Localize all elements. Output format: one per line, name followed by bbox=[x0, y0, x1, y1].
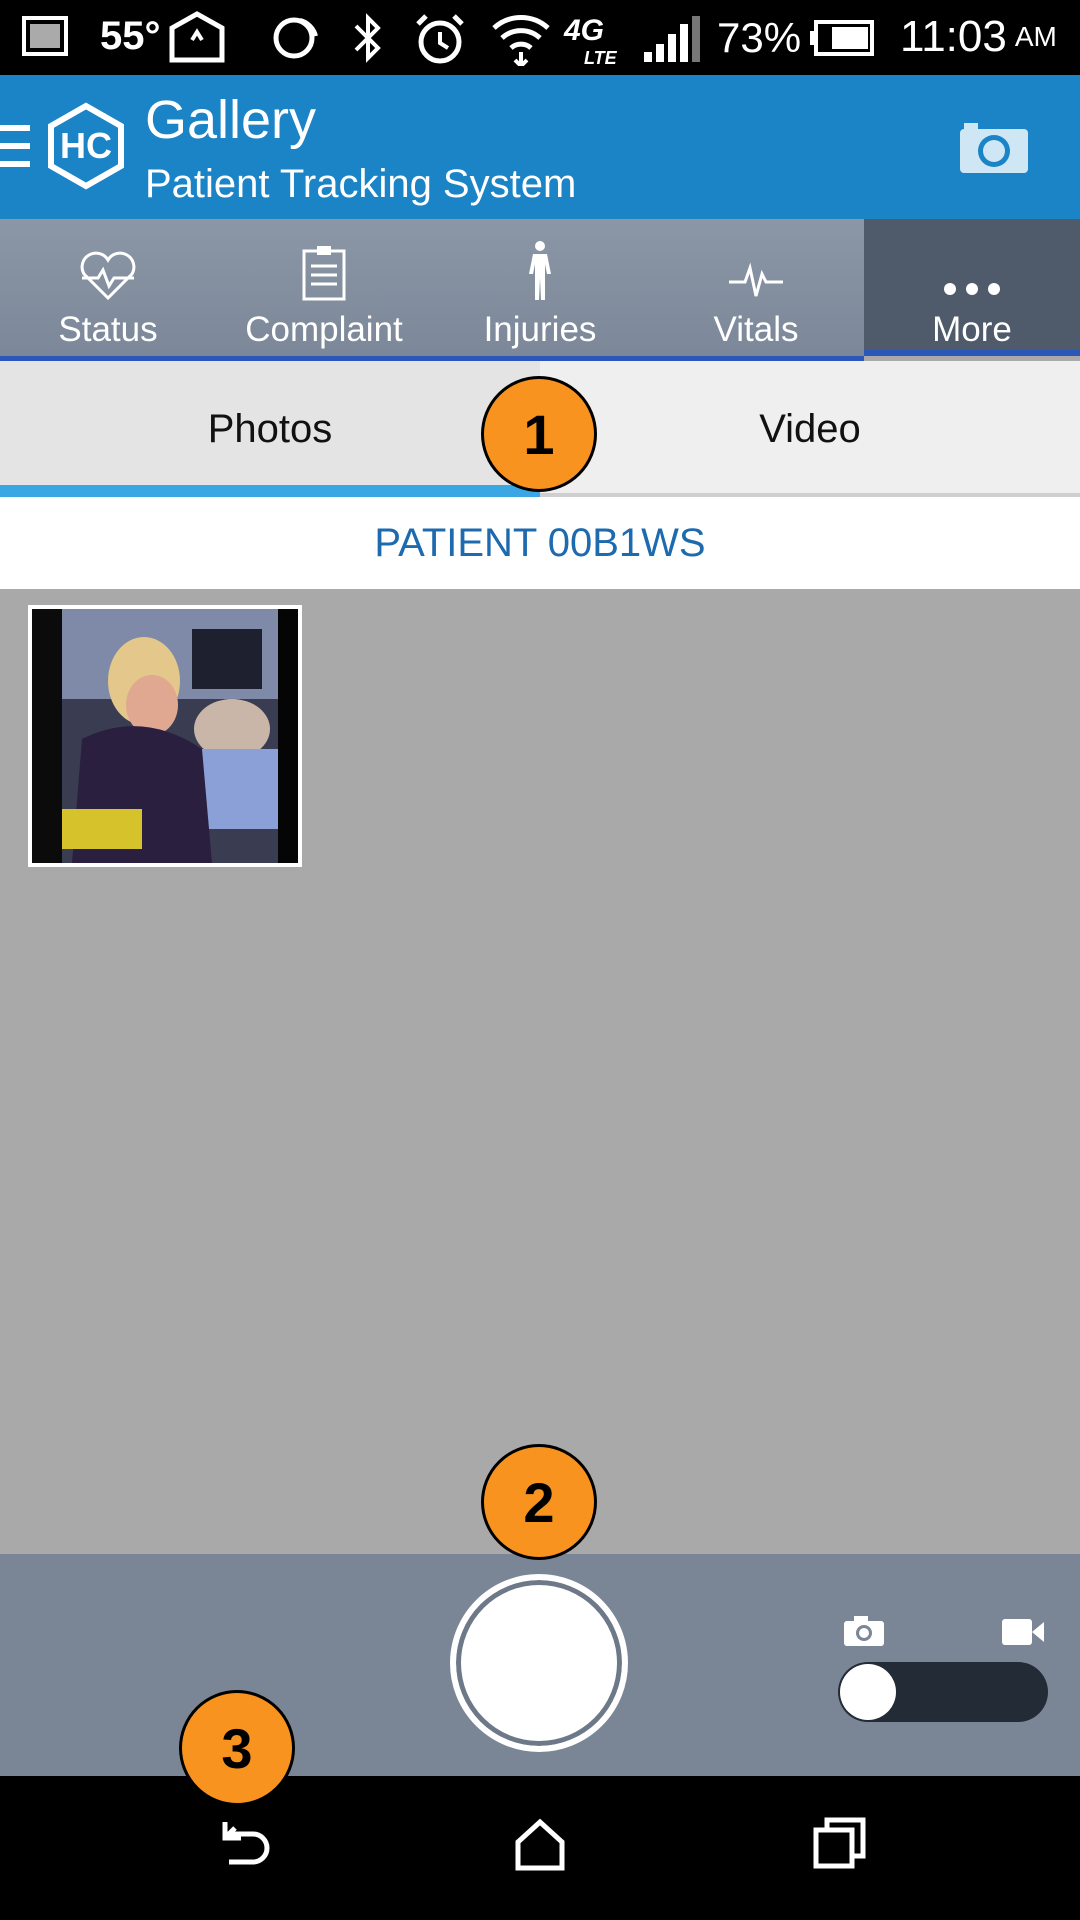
toggle-knob bbox=[840, 1664, 896, 1720]
body-figure-icon bbox=[529, 241, 551, 300]
heart-pulse-icon bbox=[80, 251, 136, 301]
svg-text:LTE: LTE bbox=[584, 48, 618, 66]
tab-complaint[interactable]: Complaint bbox=[216, 219, 432, 356]
nfc-icon bbox=[273, 17, 318, 59]
temperature-text: 55° bbox=[100, 14, 161, 58]
system-nav-bar bbox=[0, 1776, 1080, 1920]
svg-text:4G: 4G bbox=[563, 14, 604, 47]
tab-photos[interactable]: Photos bbox=[0, 361, 540, 497]
page-title: Gallery bbox=[145, 90, 317, 150]
photo-content bbox=[32, 609, 298, 863]
wifi-icon bbox=[492, 15, 550, 66]
callout-badge-3: 3 bbox=[179, 1690, 295, 1806]
tab-more-label: More bbox=[932, 310, 1012, 349]
clock: 11:03 AM bbox=[900, 12, 1057, 62]
tab-status-label: Status bbox=[58, 310, 158, 349]
tab-injuries-label: Injuries bbox=[483, 310, 597, 349]
gallery-notification-icon bbox=[22, 16, 68, 56]
tab-video-label: Video bbox=[759, 406, 861, 451]
tab-injuries[interactable]: Injuries bbox=[432, 219, 648, 356]
svg-text:HC: HC bbox=[60, 125, 112, 166]
wifi-calling-icon bbox=[169, 11, 225, 63]
app-bar: HC Gallery Patient Tracking System bbox=[0, 75, 1080, 219]
more-dots-icon bbox=[944, 283, 1000, 295]
tab-complaint-label: Complaint bbox=[245, 310, 403, 349]
tab-vitals[interactable]: Vitals bbox=[648, 219, 864, 356]
signal-icon bbox=[644, 16, 700, 62]
patient-header: PATIENT 00B1WS bbox=[0, 497, 1080, 589]
photo-video-toggle[interactable] bbox=[838, 1662, 1048, 1722]
status-bar: 55° 4G LTE 73% 11:03 AM bbox=[0, 0, 1080, 75]
tab-video[interactable]: Video bbox=[540, 361, 1080, 497]
tab-vitals-label: Vitals bbox=[713, 310, 799, 349]
tab-photos-indicator bbox=[0, 485, 540, 497]
tab-more[interactable]: More bbox=[864, 219, 1080, 356]
callout-badge-1: 1 bbox=[481, 376, 597, 492]
photo-image bbox=[32, 609, 298, 863]
clipboard-icon bbox=[302, 246, 346, 301]
alarm-icon bbox=[416, 14, 464, 64]
app-subtitle: Patient Tracking System bbox=[145, 162, 577, 206]
bluetooth-icon bbox=[354, 13, 381, 63]
clock-ampm: AM bbox=[1014, 21, 1057, 52]
camera-mode-icon[interactable] bbox=[842, 1614, 886, 1648]
capture-bar bbox=[0, 1554, 1080, 1776]
tab-status[interactable]: Status bbox=[0, 219, 216, 356]
battery-percent: 73% bbox=[717, 14, 802, 61]
lte-icon: 4G LTE bbox=[563, 14, 618, 66]
hc-logo: HC bbox=[48, 102, 124, 190]
pulse-line-icon bbox=[729, 262, 783, 297]
back-icon[interactable] bbox=[215, 1816, 271, 1872]
callout-badge-2: 2 bbox=[481, 1444, 597, 1560]
video-camera-icon[interactable] bbox=[1000, 1616, 1046, 1648]
recents-icon[interactable] bbox=[813, 1816, 867, 1870]
section-tabs: Status Complaint Injuries Vitals More bbox=[0, 219, 1080, 356]
shutter-button[interactable] bbox=[450, 1574, 628, 1752]
photo-gallery bbox=[0, 589, 1080, 1554]
home-icon[interactable] bbox=[514, 1816, 566, 1872]
battery-icon bbox=[810, 20, 874, 56]
hamburger-menu-icon[interactable] bbox=[0, 123, 30, 169]
clock-time: 11:03 bbox=[900, 12, 1007, 61]
tab-photos-label: Photos bbox=[207, 406, 333, 451]
camera-icon[interactable] bbox=[958, 119, 1030, 175]
photo-thumbnail[interactable] bbox=[28, 605, 302, 867]
